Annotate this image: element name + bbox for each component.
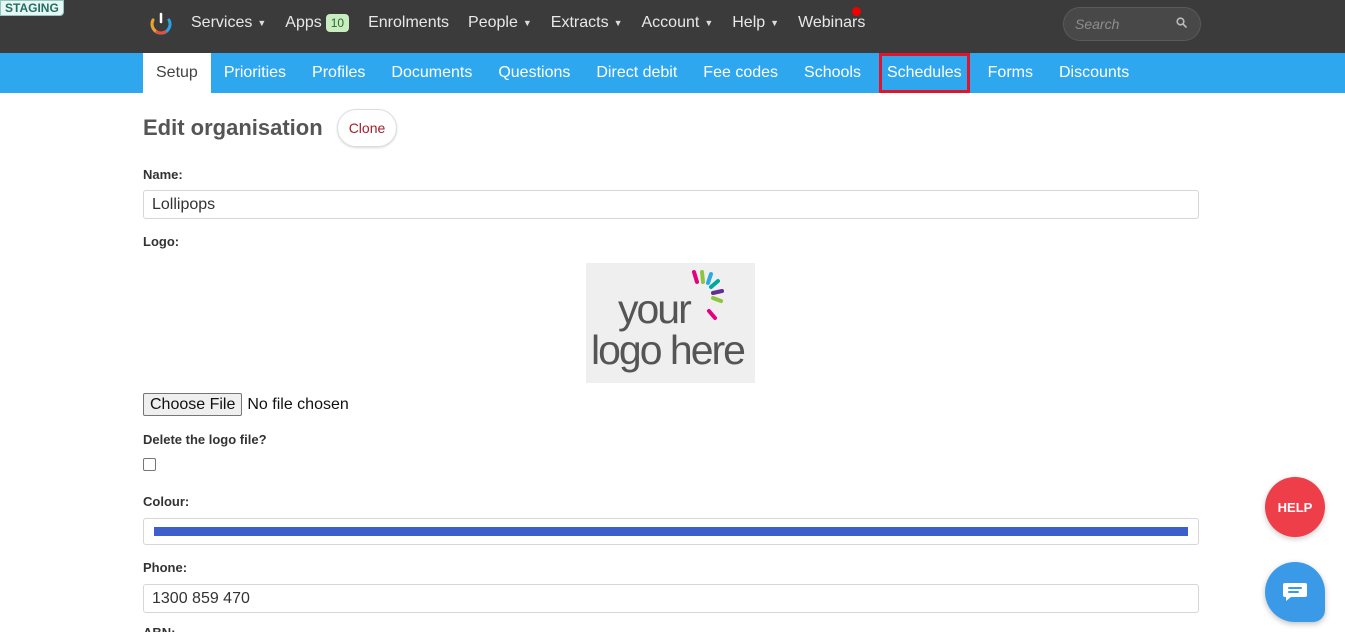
tab-schools[interactable]: Schools: [791, 53, 874, 93]
file-status-text: No file chosen: [247, 395, 349, 413]
colour-label: Colour:: [143, 494, 190, 509]
logo-preview-image: your logo here: [586, 263, 755, 383]
nav-apps[interactable]: Apps 10: [285, 13, 350, 32]
notification-dot-icon: [852, 7, 861, 16]
tab-fee-codes[interactable]: Fee codes: [690, 53, 791, 93]
help-button[interactable]: HELP: [1265, 477, 1325, 537]
nav-account[interactable]: Account ▼: [642, 14, 714, 32]
section-tabs-bar: Setup Priorities Profiles Documents Ques…: [0, 53, 1345, 93]
nav-webinars[interactable]: Webinars: [798, 14, 865, 32]
logo-text-line1: your: [618, 286, 692, 332]
page-title: Edit organisation: [143, 115, 323, 140]
tab-forms[interactable]: Forms: [975, 53, 1046, 93]
top-navbar: STAGING Services ▼ Apps 10 Enrolments Peop…: [0, 0, 1345, 53]
phone-input[interactable]: [143, 584, 1199, 613]
colour-input[interactable]: [143, 518, 1199, 545]
tab-priorities[interactable]: Priorities: [211, 53, 299, 93]
delete-logo-label: Delete the logo file?: [143, 432, 267, 447]
staging-badge: STAGING: [0, 0, 64, 16]
logo-text-line2: logo here: [591, 327, 746, 373]
tab-documents[interactable]: Documents: [378, 53, 485, 93]
tab-schedules[interactable]: Schedules: [878, 53, 970, 93]
name-input[interactable]: [143, 190, 1199, 219]
nav-enrolments[interactable]: Enrolments: [368, 14, 449, 32]
logo-file-picker: Choose File No file chosen: [143, 393, 349, 416]
chat-bubble-icon: [1283, 583, 1307, 601]
caret-down-icon: ▼: [770, 17, 780, 28]
nav-services[interactable]: Services ▼: [191, 14, 266, 32]
chat-button[interactable]: [1265, 562, 1325, 622]
tab-questions[interactable]: Questions: [485, 53, 583, 93]
delete-logo-checkbox[interactable]: [143, 458, 156, 471]
tab-direct-debit[interactable]: Direct debit: [583, 53, 690, 93]
tab-discounts[interactable]: Discounts: [1046, 53, 1142, 93]
name-label: Name:: [143, 167, 183, 182]
caret-down-icon: ▼: [522, 17, 532, 28]
clone-button[interactable]: Clone: [336, 109, 398, 147]
nav-extracts[interactable]: Extracts ▼: [551, 14, 623, 32]
phone-label: Phone:: [143, 560, 188, 575]
nav-people[interactable]: People ▼: [468, 14, 532, 32]
apps-count-badge: 10: [325, 13, 350, 32]
colour-swatch: [154, 527, 1188, 536]
primary-nav: Services ▼ Apps 10 Enrolments People ▼ Extr…: [191, 0, 884, 45]
tab-setup[interactable]: Setup: [143, 53, 211, 93]
nav-help[interactable]: Help ▼: [732, 14, 779, 32]
abn-label: ABN:: [143, 626, 176, 632]
search-icon[interactable]: [1176, 17, 1187, 28]
logo-label: Logo:: [143, 234, 180, 249]
caret-down-icon: ▼: [613, 17, 623, 28]
choose-file-button[interactable]: Choose File: [143, 393, 243, 416]
caret-down-icon: ▼: [257, 17, 267, 28]
tab-profiles[interactable]: Profiles: [299, 53, 378, 93]
brand-logo-icon[interactable]: [148, 11, 174, 37]
caret-down-icon: ▼: [704, 17, 714, 28]
